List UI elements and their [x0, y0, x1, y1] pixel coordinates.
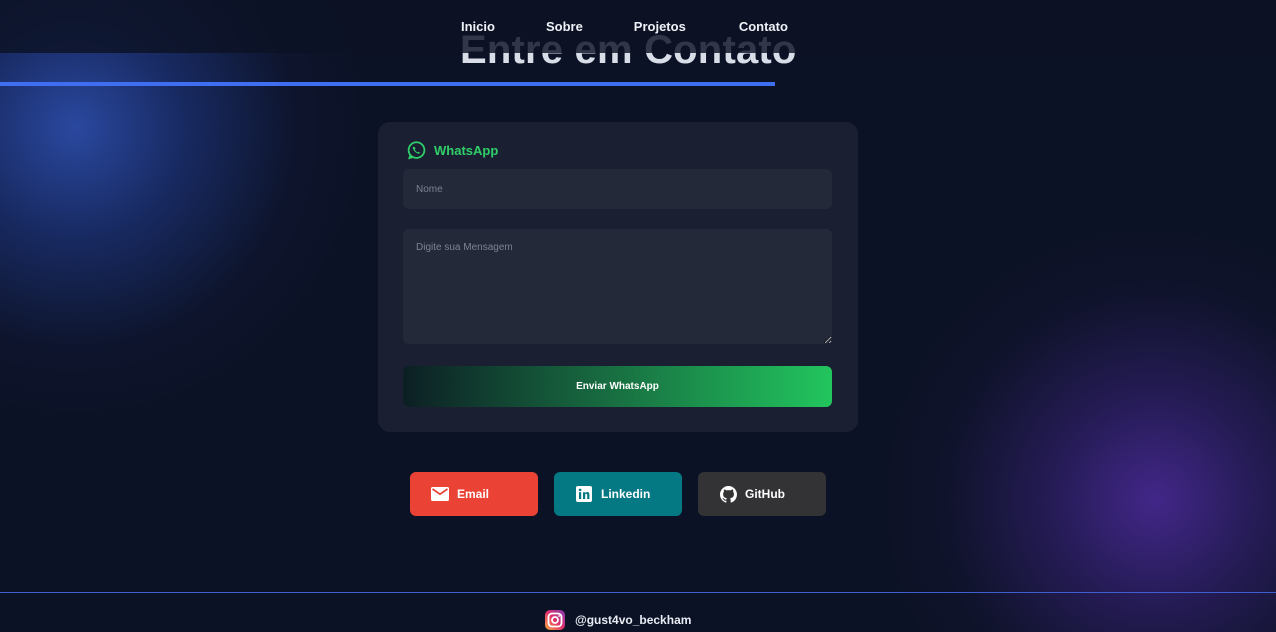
footer-divider — [0, 592, 1276, 593]
nav-link-projetos[interactable]: Projetos — [634, 19, 686, 35]
card-title: WhatsApp — [434, 143, 499, 158]
linkedin-button[interactable]: Linkedin — [554, 472, 682, 516]
name-input[interactable] — [403, 169, 832, 209]
instagram-link[interactable]: @gust4vo_beckham — [545, 610, 691, 630]
email-button-label: Email — [457, 487, 490, 501]
mail-icon — [431, 485, 449, 503]
send-whatsapp-button[interactable]: Enviar WhatsApp — [403, 366, 832, 407]
contact-page: Entre em Contato Inicio Sobre Projetos C… — [0, 0, 1276, 632]
nav-link-inicio[interactable]: Inicio — [461, 19, 495, 35]
linkedin-button-label: Linkedin — [601, 487, 651, 501]
nav-links: Inicio Sobre Projetos Contato — [461, 19, 788, 35]
github-icon — [719, 485, 737, 503]
github-button-label: GitHub — [745, 487, 785, 501]
github-button[interactable]: GitHub — [698, 472, 826, 516]
linkedin-icon — [575, 485, 593, 503]
instagram-handle: @gust4vo_beckham — [575, 613, 692, 627]
nav-link-contato[interactable]: Contato — [739, 19, 788, 35]
title-underline — [0, 82, 775, 86]
whatsapp-form-card: WhatsApp Enviar WhatsApp — [378, 122, 858, 432]
email-button[interactable]: Email — [410, 472, 538, 516]
card-header: WhatsApp — [406, 140, 498, 161]
instagram-icon — [545, 610, 565, 630]
whatsapp-icon — [406, 140, 427, 161]
message-textarea[interactable] — [403, 229, 832, 344]
navbar: Inicio Sobre Projetos Contato — [0, 0, 1276, 53]
nav-link-sobre[interactable]: Sobre — [546, 19, 583, 35]
